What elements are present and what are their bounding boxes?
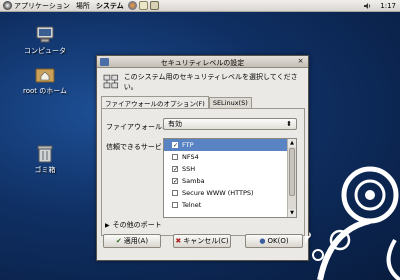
menu-applications[interactable]: アプリケーション [0, 0, 73, 12]
desktop-computer[interactable]: コンピュータ [10, 26, 80, 56]
mouse-pointer-icon [305, 236, 310, 244]
cancel-button[interactable]: ✖ キャンセル(C) [173, 234, 231, 248]
apply-button[interactable]: ✔ 適用(A) [103, 234, 161, 248]
service-https-checkbox[interactable] [172, 190, 178, 196]
trash-icon [37, 145, 53, 163]
mail-icon[interactable] [138, 1, 148, 10]
scroll-down-icon[interactable]: ▼ [288, 209, 296, 217]
speaker-icon[interactable] [364, 2, 372, 10]
service-ssh-checkbox[interactable]: ✓ [172, 166, 178, 173]
service-nfs4-label: NFS4 [182, 153, 199, 161]
menu-system-label: システム [95, 1, 124, 10]
ok-icon: ● [259, 237, 266, 245]
trusted-services-label: 信頼できるサービス: [106, 143, 172, 151]
firewall-select-value: 有効 [168, 120, 182, 128]
service-telnet-label: Telnet [182, 201, 202, 209]
desktop-home-label: root のホーム [22, 87, 68, 95]
service-nfs4[interactable]: NFS4 [164, 151, 288, 163]
clock[interactable]: 1:17 [376, 2, 400, 10]
firewall-label: ファイアウォール: [106, 123, 165, 131]
security-level-dialog: セキュリティレベルの設定 × このシステム用のセキュリティレベルを選択してくださ… [96, 55, 309, 261]
chevron-updown-icon: ⬍ [286, 120, 292, 128]
menu-places[interactable]: 場所 [73, 0, 93, 12]
desktop-computer-label: コンピュータ [24, 47, 66, 55]
menu-places-label: 場所 [75, 1, 90, 10]
service-telnet-checkbox[interactable] [172, 202, 178, 208]
service-https-label: Secure WWW (HTTPS) [182, 189, 254, 197]
tab-firewall-options[interactable]: ファイアウォールのオプション(F) [101, 96, 209, 108]
scroll-up-icon[interactable]: ▲ [288, 139, 296, 147]
security-settings-icon [103, 74, 119, 89]
firewall-select[interactable]: 有効 ⬍ [163, 118, 297, 130]
desktop-home[interactable]: root のホーム [10, 64, 80, 96]
service-nfs4-checkbox[interactable] [172, 154, 178, 160]
services-scroll-thumb[interactable] [289, 148, 295, 196]
computer-icon [36, 26, 54, 43]
wallpaper-swirl [305, 166, 400, 280]
service-ftp-label: FTP [182, 141, 194, 149]
other-ports-label: その他のポート [112, 221, 162, 229]
close-icon[interactable]: × [296, 57, 305, 66]
service-telnet[interactable]: Telnet [164, 199, 288, 211]
tab-selinux[interactable]: SELinux(S) [208, 97, 252, 108]
trusted-services-list[interactable]: ✓ FTP NFS4 ✓ SSH ✓ Samba Secure WWW (HTT… [163, 138, 297, 218]
service-https[interactable]: Secure WWW (HTTPS) [164, 187, 288, 199]
firefox-icon[interactable] [127, 1, 137, 10]
ok-button[interactable]: ● OK(O) [245, 234, 303, 248]
services-scrollbar[interactable]: ▲ ▼ [287, 139, 296, 217]
desktop-trash-label: ゴミ箱 [34, 166, 56, 174]
expander-triangle-icon: ▶ [105, 221, 110, 229]
tab-bar: ファイアウォールのオプション(F) SELinux(S) [101, 96, 252, 108]
note-icon[interactable] [149, 1, 159, 10]
service-ssh[interactable]: ✓ SSH [164, 163, 288, 175]
ok-button-label: OK(O) [267, 237, 289, 245]
dialog-buttons: ✔ 適用(A) ✖ キャンセル(C) ● OK(O) [101, 234, 305, 248]
desktop-trash[interactable]: ゴミ箱 [10, 145, 80, 175]
service-ssh-label: SSH [182, 165, 196, 173]
apply-button-label: 適用(A) [123, 237, 149, 245]
home-folder-icon [35, 68, 55, 83]
gnome-foot-icon [3, 1, 12, 10]
service-samba-checkbox[interactable]: ✓ [172, 178, 178, 185]
menu-system[interactable]: システム [93, 0, 127, 12]
dialog-header: このシステム用のセキュリティレベルを選択してください。 [103, 72, 308, 92]
cancel-icon: ✖ [175, 237, 182, 245]
dialog-header-text: このシステム用のセキュリティレベルを選択してください。 [123, 73, 298, 91]
dialog-title: セキュリティレベルの設定 [160, 59, 245, 67]
menu-applications-label: アプリケーション [14, 1, 70, 10]
service-ftp-checkbox[interactable]: ✓ [172, 142, 178, 149]
other-ports-expander[interactable]: ▶ その他のポート [105, 220, 162, 230]
dialog-titlebar[interactable]: セキュリティレベルの設定 × [97, 56, 308, 68]
service-samba-label: Samba [182, 177, 205, 185]
top-panel: アプリケーション 場所 システム 1:17 [0, 0, 400, 12]
service-ftp[interactable]: ✓ FTP [164, 139, 288, 151]
service-samba[interactable]: ✓ Samba [164, 175, 288, 187]
check-icon: ✔ [115, 237, 122, 245]
cancel-button-label: キャンセル(C) [183, 237, 229, 245]
